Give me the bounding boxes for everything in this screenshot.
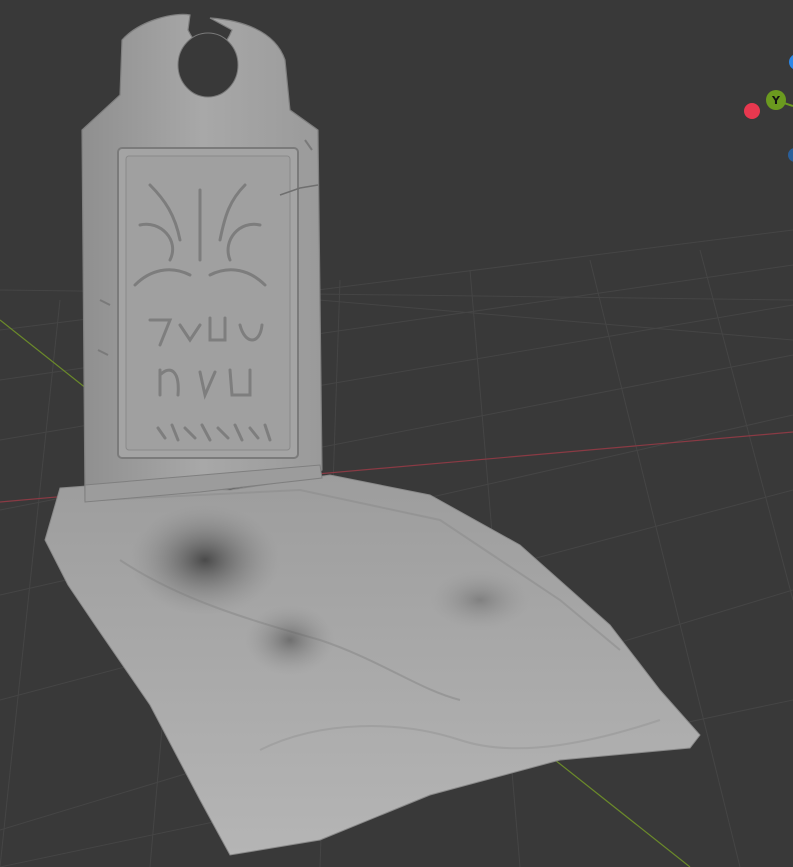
gizmo-y-label: Y xyxy=(771,94,781,107)
headstone[interactable] xyxy=(81,13,323,503)
gizmo-neg-z-axis[interactable] xyxy=(788,148,793,162)
gizmo-z-axis[interactable] xyxy=(789,54,793,70)
3d-viewport[interactable]: Y xyxy=(0,0,793,867)
grave-mound[interactable] xyxy=(44,474,701,856)
viewport-scene[interactable]: Y xyxy=(0,0,793,867)
gizmo-neg-x-axis[interactable] xyxy=(744,103,760,119)
navigation-gizmo[interactable]: Y xyxy=(744,54,793,162)
